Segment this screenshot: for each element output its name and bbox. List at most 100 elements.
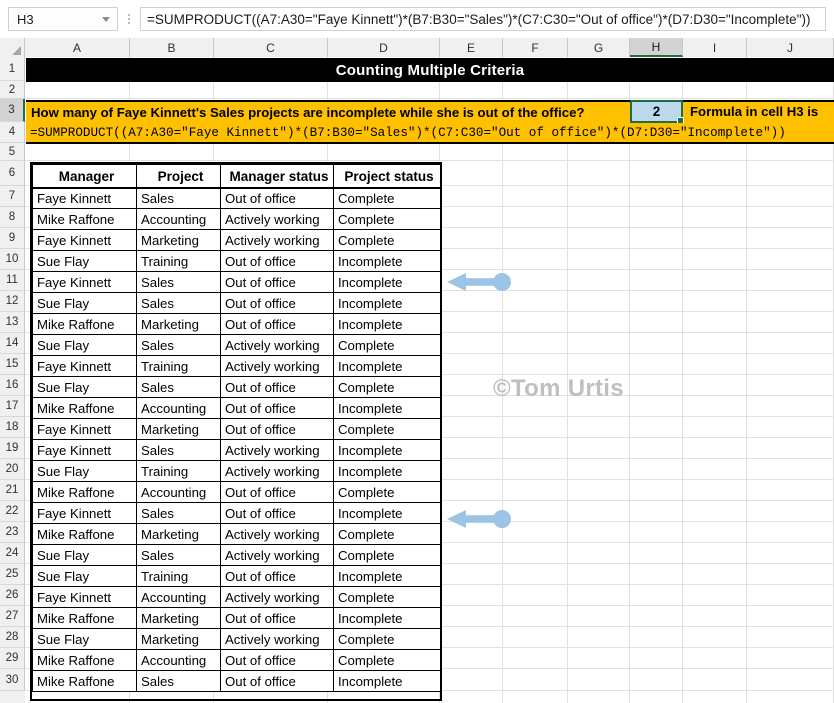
cell-manager-status[interactable]: Actively working — [221, 545, 334, 566]
row-header-22[interactable]: 22 — [0, 501, 25, 522]
column-header-c[interactable]: C — [214, 38, 328, 57]
cell-manager-status[interactable]: Out of office — [221, 419, 334, 440]
cell-project-status[interactable]: Complete — [334, 524, 441, 545]
row-header-10[interactable]: 10 — [0, 249, 25, 270]
result-cell-h3[interactable]: 2 — [630, 100, 683, 123]
cell-project-status[interactable]: Complete — [334, 419, 441, 440]
cell-project[interactable]: Marketing — [137, 419, 221, 440]
cell-manager[interactable]: Faye Kinnett — [33, 587, 137, 608]
cell-project[interactable]: Sales — [137, 671, 221, 692]
cell-project[interactable]: Training — [137, 461, 221, 482]
cell-manager-status[interactable]: Out of office — [221, 272, 334, 293]
cell-project-status[interactable]: Complete — [334, 209, 441, 230]
cell-manager-status[interactable]: Actively working — [221, 587, 334, 608]
cell-manager-status[interactable]: Out of office — [221, 251, 334, 272]
formula-input[interactable]: =SUMPRODUCT((A7:A30="Faye Kinnett")*(B7:… — [140, 7, 826, 31]
row-header-20[interactable]: 20 — [0, 459, 25, 480]
cell-manager[interactable]: Faye Kinnett — [33, 503, 137, 524]
cell-project-status[interactable]: Complete — [334, 650, 441, 671]
cell-manager[interactable]: Mike Raffone — [33, 671, 137, 692]
row-header-9[interactable]: 9 — [0, 228, 25, 249]
row-header-30[interactable]: 30 — [0, 669, 25, 691]
cell-project-status[interactable]: Complete — [334, 482, 441, 503]
cell-manager[interactable]: Mike Raffone — [33, 524, 137, 545]
cell-project[interactable]: Training — [137, 566, 221, 587]
cell-project-status[interactable]: Incomplete — [334, 461, 441, 482]
column-header-h[interactable]: H — [630, 38, 683, 57]
cell-project-status[interactable]: Incomplete — [334, 440, 441, 461]
cell-project[interactable]: Accounting — [137, 482, 221, 503]
cell-manager-status[interactable]: Out of office — [221, 293, 334, 314]
column-header-e[interactable]: E — [440, 38, 503, 57]
cell-manager-status[interactable]: Out of office — [221, 398, 334, 419]
row-header-8[interactable]: 8 — [0, 207, 25, 228]
cell-project[interactable]: Training — [137, 251, 221, 272]
cell-project-status[interactable]: Complete — [334, 545, 441, 566]
row-header-3[interactable]: 3 — [0, 99, 25, 122]
cell-manager[interactable]: Sue Flay — [33, 335, 137, 356]
cell-project[interactable]: Sales — [137, 377, 221, 398]
cell-manager[interactable]: Faye Kinnett — [33, 356, 137, 377]
cell-project[interactable]: Accounting — [137, 398, 221, 419]
row-header-27[interactable]: 27 — [0, 606, 25, 627]
cell-project[interactable]: Sales — [137, 440, 221, 461]
cell-manager-status[interactable]: Actively working — [221, 440, 334, 461]
cell-project-status[interactable]: Incomplete — [334, 503, 441, 524]
chevron-down-icon[interactable] — [102, 17, 110, 22]
row-header-12[interactable]: 12 — [0, 291, 25, 312]
cell-project-status[interactable]: Complete — [334, 587, 441, 608]
row-header-17[interactable]: 17 — [0, 396, 25, 417]
cell-manager[interactable]: Faye Kinnett — [33, 419, 137, 440]
cell-project-status[interactable]: Complete — [334, 629, 441, 650]
cell-manager[interactable]: Mike Raffone — [33, 209, 137, 230]
row-header-7[interactable]: 7 — [0, 186, 25, 207]
column-header-i[interactable]: I — [683, 38, 747, 57]
cell-project-status[interactable]: Incomplete — [334, 251, 441, 272]
cell-project[interactable]: Marketing — [137, 230, 221, 251]
column-header-f[interactable]: F — [503, 38, 568, 57]
select-all-corner-icon[interactable] — [0, 38, 25, 57]
cell-manager-status[interactable]: Actively working — [221, 230, 334, 251]
row-header-28[interactable]: 28 — [0, 627, 25, 648]
cell-project[interactable]: Sales — [137, 188, 221, 209]
row-header-18[interactable]: 18 — [0, 417, 25, 438]
cell-manager-status[interactable]: Actively working — [221, 209, 334, 230]
cell-project[interactable]: Marketing — [137, 608, 221, 629]
cell-manager-status[interactable]: Actively working — [221, 335, 334, 356]
cell-project[interactable]: Marketing — [137, 524, 221, 545]
row-header-6[interactable]: 6 — [0, 161, 25, 186]
cell-manager-status[interactable]: Out of office — [221, 314, 334, 335]
row-header-5[interactable]: 5 — [0, 143, 25, 161]
row-header-1[interactable]: 1 — [0, 57, 25, 81]
column-header-d[interactable]: D — [328, 38, 440, 57]
cell-manager[interactable]: Sue Flay — [33, 293, 137, 314]
cell-manager-status[interactable]: Out of office — [221, 188, 334, 209]
row-header-16[interactable]: 16 — [0, 375, 25, 396]
cell-project[interactable]: Sales — [137, 293, 221, 314]
cell-manager-status[interactable]: Out of office — [221, 566, 334, 587]
cell-project[interactable]: Accounting — [137, 587, 221, 608]
cell-project[interactable]: Marketing — [137, 629, 221, 650]
row-header-26[interactable]: 26 — [0, 585, 25, 606]
cell-manager[interactable]: Sue Flay — [33, 566, 137, 587]
row-header-25[interactable]: 25 — [0, 564, 25, 585]
row-header-11[interactable]: 11 — [0, 270, 25, 291]
cell-project[interactable]: Marketing — [137, 314, 221, 335]
cell-project-status[interactable]: Incomplete — [334, 398, 441, 419]
cell-manager[interactable]: Mike Raffone — [33, 398, 137, 419]
cell-manager-status[interactable]: Actively working — [221, 524, 334, 545]
cell-manager[interactable]: Mike Raffone — [33, 482, 137, 503]
column-header-a[interactable]: A — [25, 38, 130, 57]
row-header-4[interactable]: 4 — [0, 122, 25, 143]
cell-manager[interactable]: Sue Flay — [33, 251, 137, 272]
row-header-13[interactable]: 13 — [0, 312, 25, 333]
cell-project-status[interactable]: Incomplete — [334, 272, 441, 293]
cell-manager[interactable]: Faye Kinnett — [33, 188, 137, 209]
name-box[interactable]: H3 — [8, 7, 118, 31]
row-header-15[interactable]: 15 — [0, 354, 25, 375]
cell-manager-status[interactable]: Out of office — [221, 503, 334, 524]
cell-manager[interactable]: Sue Flay — [33, 377, 137, 398]
cell-manager[interactable]: Faye Kinnett — [33, 272, 137, 293]
cell-manager-status[interactable]: Actively working — [221, 629, 334, 650]
cell-manager-status[interactable]: Out of office — [221, 671, 334, 692]
